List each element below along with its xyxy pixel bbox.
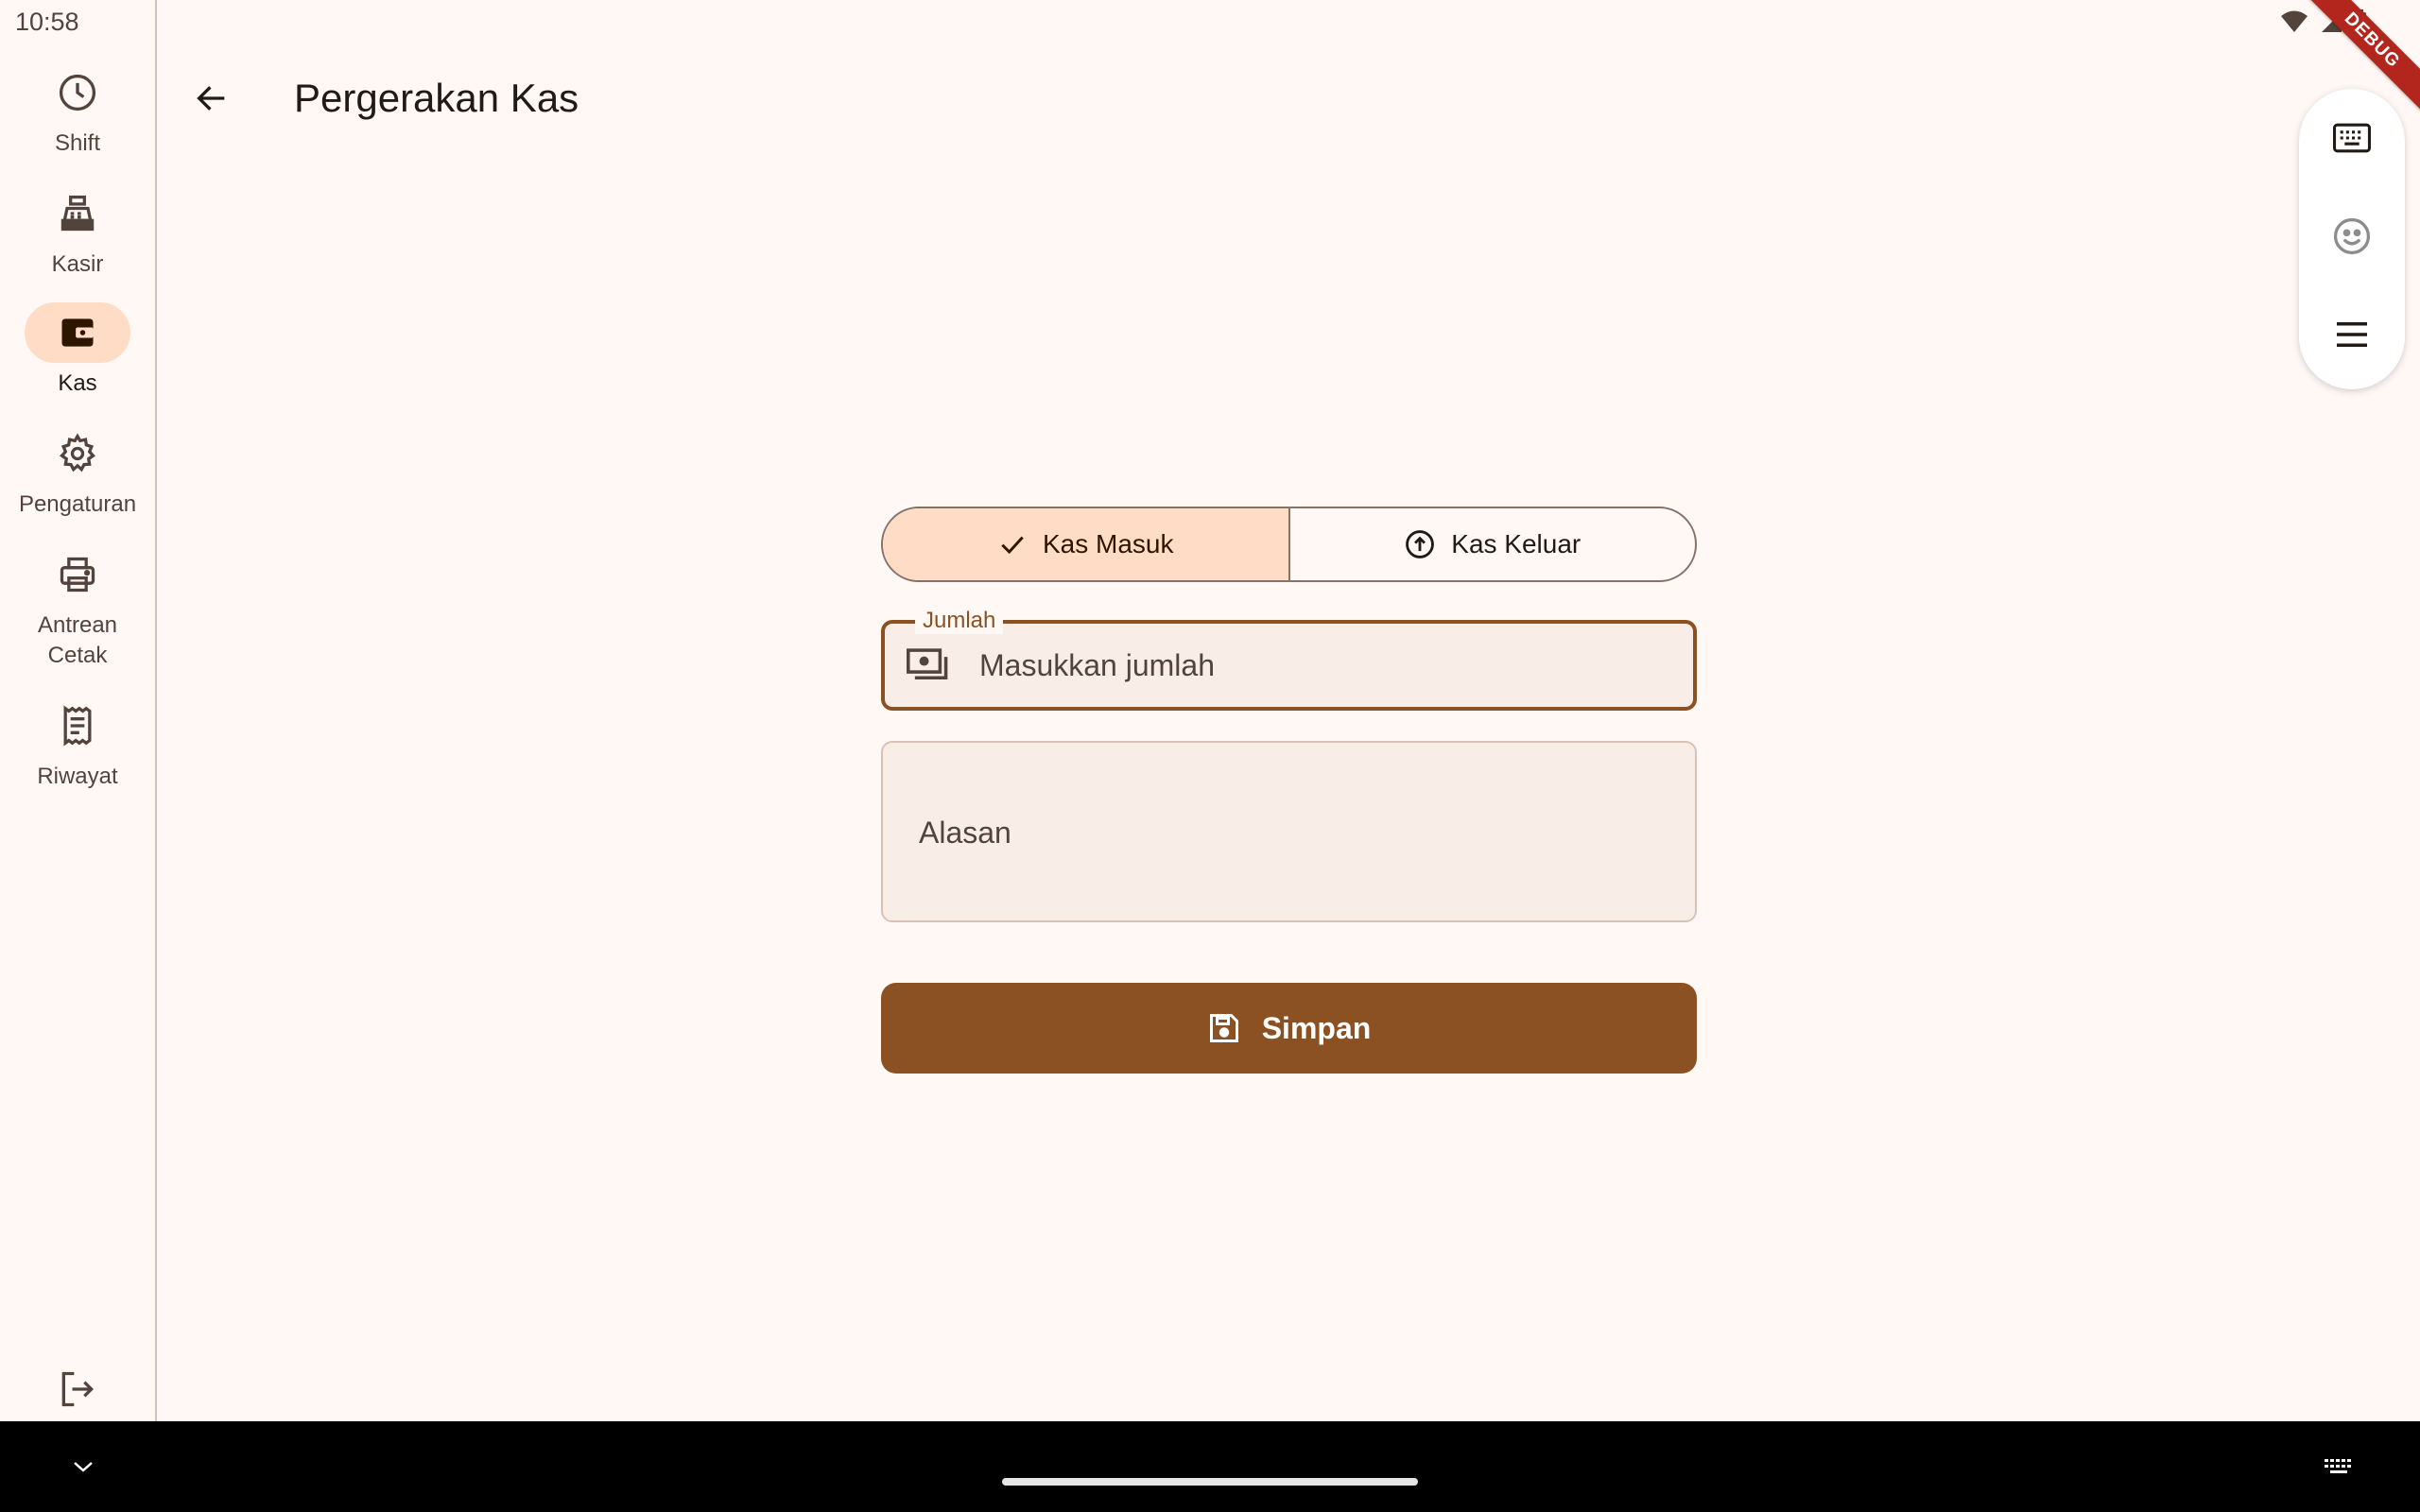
ime-keyboard-button[interactable] (2322, 108, 2382, 168)
nav-label: Kas (58, 370, 97, 396)
cash-type-segmented-control: Kas Masuk Kas Keluar (881, 507, 1697, 582)
home-gesture-handle[interactable] (1002, 1478, 1418, 1486)
hide-keyboard-button[interactable] (64, 1448, 102, 1486)
nav-indicator (25, 62, 130, 123)
arrow-back-icon (197, 86, 225, 111)
printer-icon (60, 557, 95, 593)
back-button[interactable] (182, 68, 242, 129)
nav-indicator (25, 544, 130, 605)
keyboard-switch-button[interactable] (2320, 1452, 2358, 1482)
amount-field-label: Jumlah (915, 608, 1004, 634)
navigation-rail: Shift Kasir Kas Pengaturan Antrean Cetak… (0, 0, 157, 1421)
ime-floating-toolbar (2299, 89, 2405, 389)
nav-label: Shift (54, 130, 101, 156)
reason-input[interactable] (919, 809, 1656, 856)
nav-indicator (25, 696, 130, 756)
logout-icon (61, 1371, 95, 1407)
payments-icon (906, 643, 951, 688)
keyboard-icon (2333, 123, 2371, 153)
receipt-icon (63, 705, 92, 747)
ime-menu-button[interactable] (2322, 304, 2382, 365)
arrow-up-circle-icon (1406, 530, 1435, 558)
reason-field[interactable] (881, 741, 1697, 922)
amount-input[interactable] (979, 647, 1641, 683)
nav-indicator-active (25, 302, 130, 363)
cash-register-icon (60, 195, 95, 232)
logout-button[interactable] (47, 1363, 108, 1416)
nav-item-kas[interactable]: Kas (0, 302, 155, 399)
wallet-icon (61, 318, 94, 347)
nav-item-pengaturan[interactable]: Pengaturan (0, 423, 155, 520)
nav-item-riwayat[interactable]: Riwayat (0, 696, 155, 792)
nav-indicator (25, 423, 130, 484)
nav-label: Pengaturan (18, 491, 137, 517)
check-icon (1001, 536, 1024, 555)
nav-item-antrean-cetak[interactable]: Antrean Cetak (0, 544, 155, 671)
nav-indicator (25, 183, 130, 244)
segment-kas-masuk[interactable]: Kas Masuk (883, 508, 1288, 580)
nav-label: Antrean Cetak (37, 612, 118, 668)
nav-item-shift[interactable]: Shift (0, 62, 155, 159)
save-button-label: Simpan (1261, 1010, 1372, 1045)
nav-label: Riwayat (37, 764, 118, 789)
chevron-down-icon (74, 1462, 93, 1472)
segment-label: Kas Masuk (1043, 529, 1174, 558)
clock-icon (59, 74, 96, 112)
nav-item-kasir[interactable]: Kasir (0, 183, 155, 280)
gear-icon (60, 433, 95, 472)
emoji-icon (2333, 217, 2371, 255)
system-navigation-bar (0, 1421, 2420, 1512)
nav-label: Kasir (51, 251, 104, 277)
segment-label: Kas Keluar (1451, 529, 1582, 558)
save-icon (1209, 1014, 1238, 1042)
amount-field[interactable]: Jumlah (881, 608, 1697, 711)
page-title: Pergerakan Kas (294, 76, 579, 120)
segment-kas-keluar[interactable]: Kas Keluar (1288, 508, 1696, 580)
menu-icon (2337, 322, 2367, 347)
ime-emoji-button[interactable] (2322, 206, 2382, 266)
keyboard-switch-icon (2325, 1459, 2351, 1473)
save-button[interactable]: Simpan (881, 983, 1697, 1074)
wifi-icon (2281, 10, 2308, 32)
